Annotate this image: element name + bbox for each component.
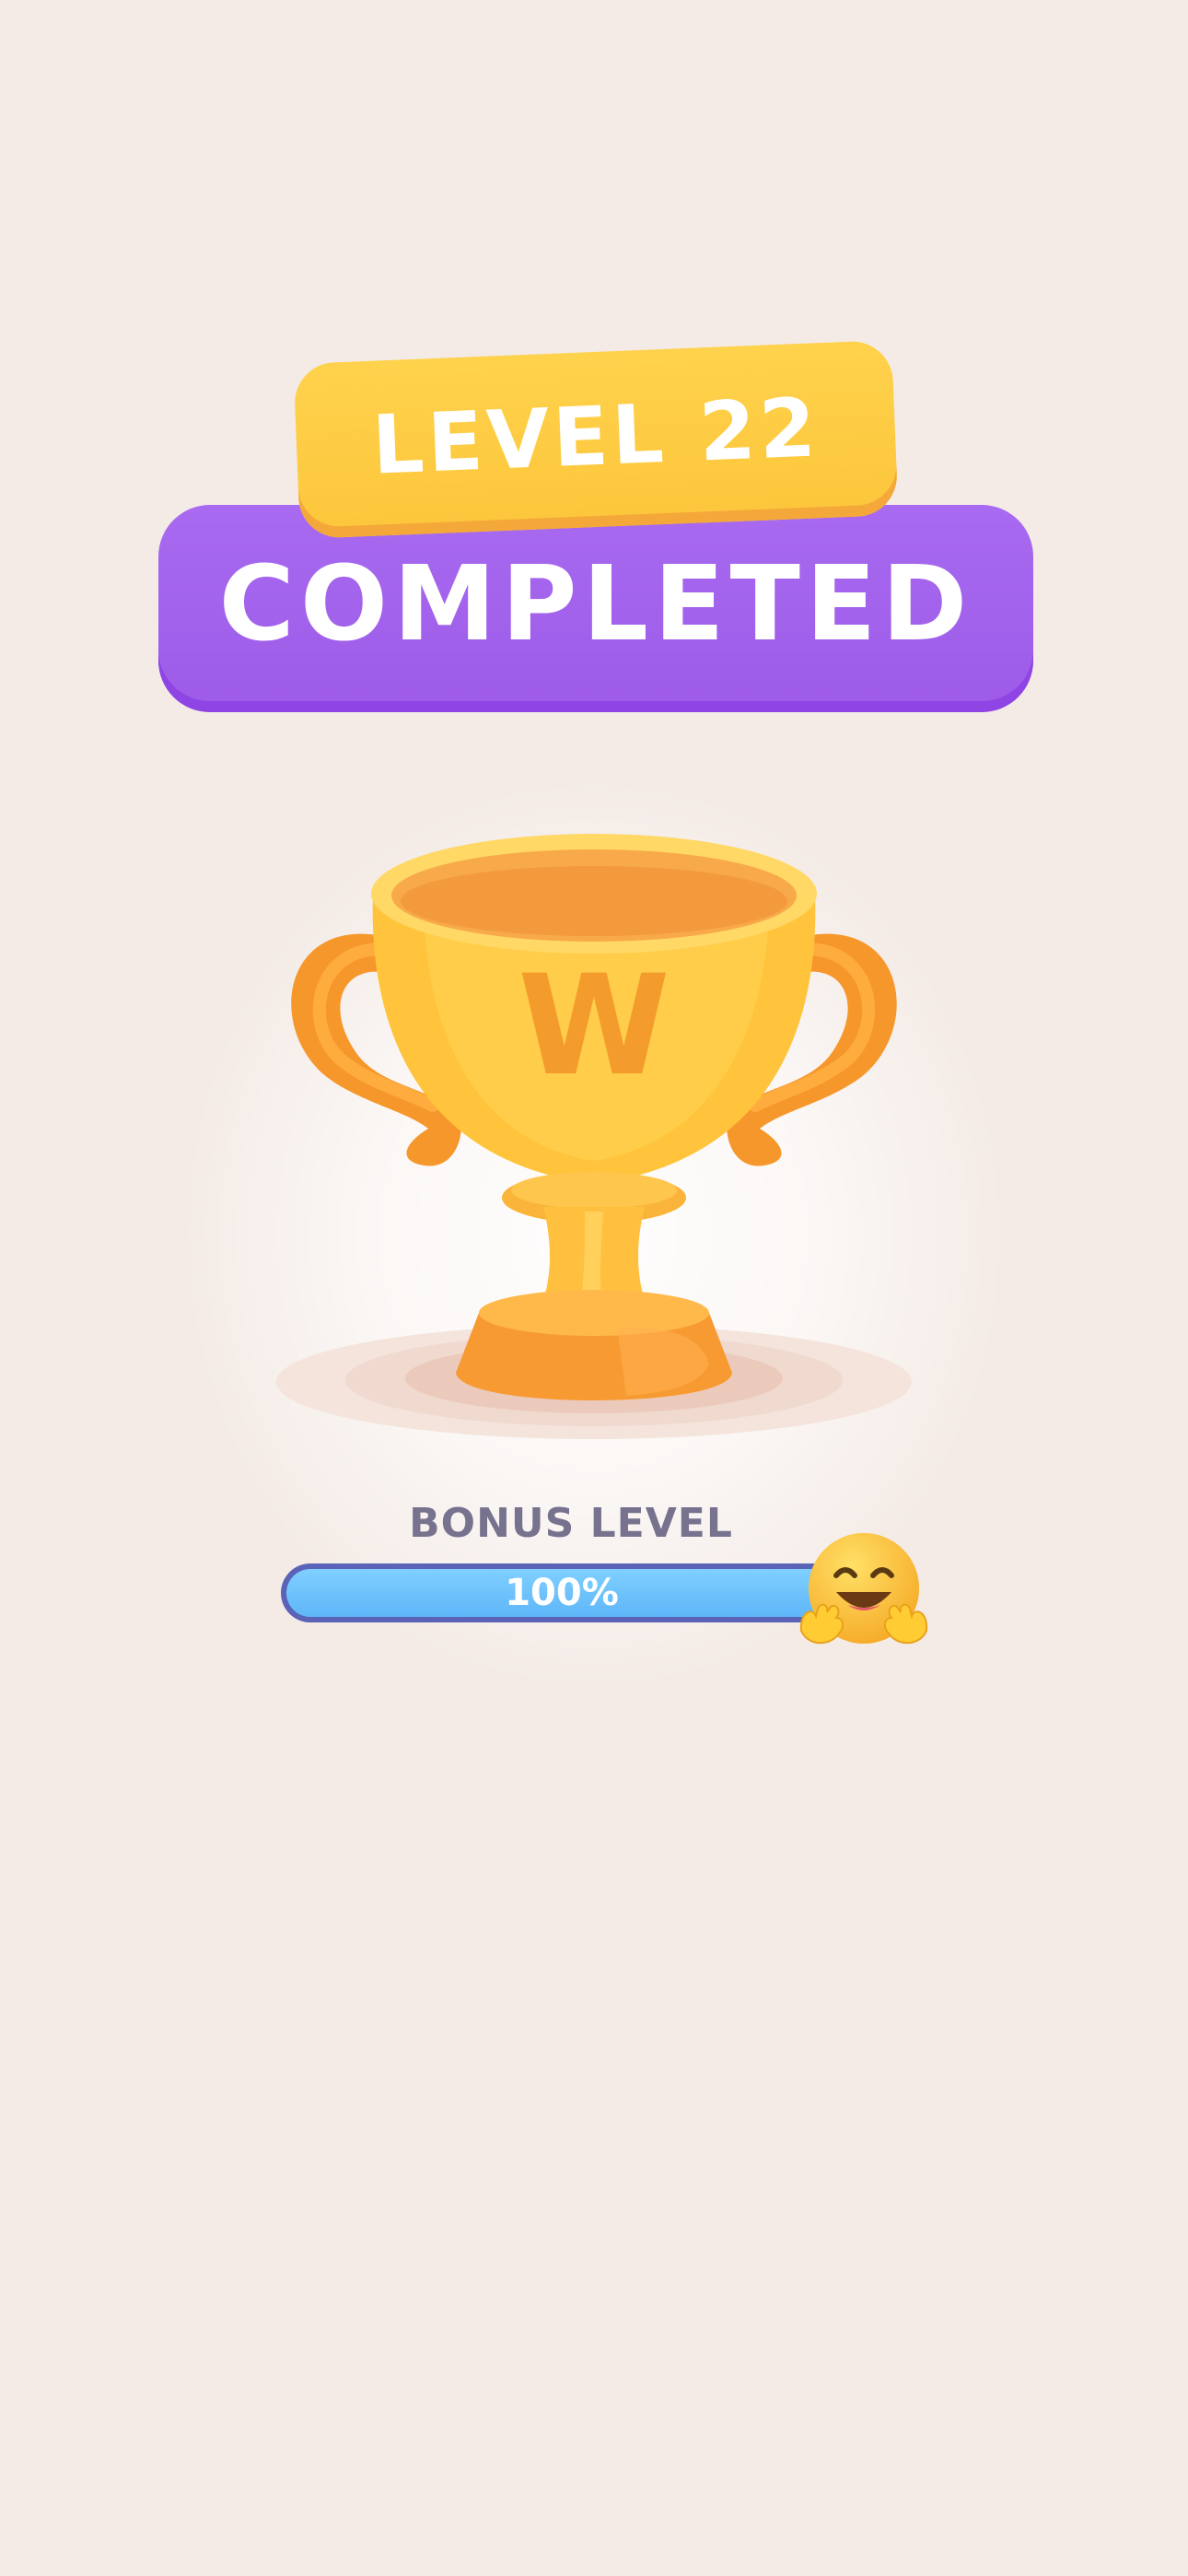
hugging-face-icon <box>799 1533 928 1645</box>
bonus-level-label: BONUS LEVEL <box>409 1500 733 1547</box>
trophy-icon: W <box>276 834 912 1439</box>
bonus-progress-text: 100% <box>505 1572 619 1614</box>
level-title: LEVEL 22 <box>370 380 821 493</box>
completed-banner: COMPLETED <box>158 505 1033 712</box>
bonus-progress-bar: 100% <box>281 1563 843 1622</box>
trophy-letter: W <box>518 946 670 1107</box>
completed-title: COMPLETED <box>218 544 973 664</box>
level-badge: LEVEL 22 <box>293 340 899 539</box>
